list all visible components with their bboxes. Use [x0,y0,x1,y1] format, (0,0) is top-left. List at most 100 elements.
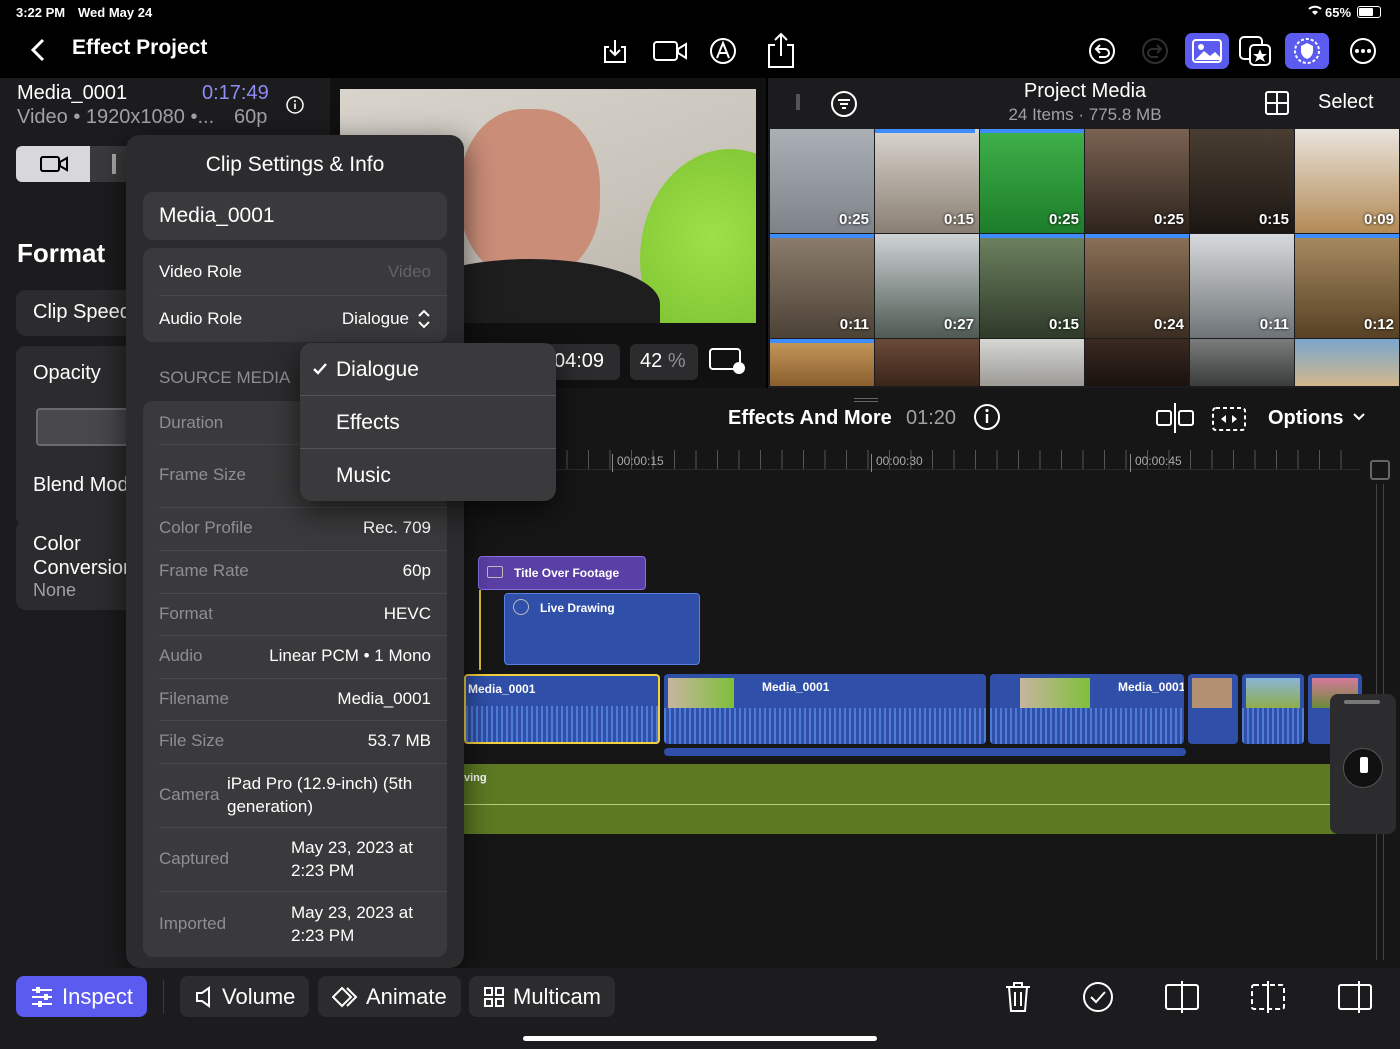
media-thumb[interactable] [770,339,874,386]
clip-name-field[interactable]: Media_0001 [143,192,447,240]
video-role-row[interactable]: Video Role Video [143,248,447,295]
speaker-icon [196,985,210,1008]
grid-view-icon[interactable] [1262,88,1292,118]
captured-value: May 23, 2023 at 2:23 PM [291,838,413,880]
effects-browser-icon[interactable] [1235,33,1275,69]
undo-icon[interactable] [1085,34,1119,68]
skimming-icon[interactable] [1208,400,1250,436]
media-thumb[interactable]: 0:15 [1190,129,1294,233]
filter-icon[interactable] [828,88,860,120]
detach-icon[interactable] [1248,978,1288,1016]
zoom-control[interactable] [1330,694,1396,834]
media-thumb[interactable]: 0:11 [770,234,874,338]
select-button[interactable]: Select [1318,91,1374,114]
media-thumb[interactable]: 0:15 [875,129,979,233]
menu-item-dialogue[interactable]: Dialogue [300,343,556,396]
multicam-button[interactable]: Multicam [469,976,616,1017]
timeline-scroll-top[interactable] [1370,460,1390,480]
filename-value: Media_0001 [337,689,431,708]
blend-mode-label[interactable]: Blend Mode [33,474,140,497]
color-conversion-row[interactable]: Color Conversion None [16,520,136,610]
media-thumb[interactable] [1190,339,1294,386]
drawing-clip[interactable]: Live Drawing [504,593,700,665]
menu-item-label: Music [336,463,391,487]
audio-role-row[interactable]: Audio Role Dialogue [143,295,447,342]
media-browser: Project Media 24 Items · 775.8 MB Select… [768,78,1400,388]
import-icon[interactable] [598,34,632,68]
title-clip[interactable]: Title Over Footage [478,556,646,590]
media-thumb[interactable]: 0:27 [875,234,979,338]
primary-clip-selected[interactable]: Media_0001 [464,674,660,744]
options-menu[interactable]: Options [1268,407,1344,430]
item-count: 24 Items [1008,105,1074,124]
media-thumb[interactable]: 0:11 [1190,234,1294,338]
snapping-icon[interactable] [1154,400,1196,436]
color-profile-row: Color Profile Rec. 709 [143,507,447,549]
resize-handle[interactable] [854,398,878,402]
primary-clip[interactable]: Media_0001 [990,674,1184,744]
media-thumb[interactable] [1295,339,1399,386]
clip-name-input[interactable]: Media_0001 [159,204,275,228]
frame-rate-row: Frame Rate 60p [143,550,447,592]
opacity-slider[interactable] [36,408,136,446]
drag-handle[interactable] [796,94,800,110]
media-thumb[interactable]: 0:15 [980,234,1084,338]
inspector-toggle-icon[interactable] [1285,33,1329,69]
back-chevron-icon[interactable] [24,34,52,66]
media-thumb[interactable]: 0:12 [1295,234,1399,338]
menu-item-music[interactable]: Music [300,449,556,502]
audio-connection-bar[interactable] [664,748,1186,756]
media-browser-icon[interactable] [1185,33,1229,69]
primary-clip[interactable] [1188,674,1238,744]
trim-icon[interactable] [1335,978,1375,1016]
split-icon[interactable] [1162,978,1202,1016]
viewer-options-icon[interactable] [706,344,748,378]
info-icon[interactable] [284,94,306,116]
title-icon [487,566,503,578]
audio-track[interactable]: ving [464,764,1360,834]
ruler-tick: 00:00:30 [871,454,923,472]
media-thumb[interactable]: 0:25 [770,129,874,233]
chevron-down-icon[interactable] [1350,408,1368,426]
animate-button[interactable]: Animate [318,976,461,1017]
menu-item-effects[interactable]: Effects [300,396,556,449]
viewer-zoom[interactable]: 42 % [630,344,698,380]
audio-role-label: Audio Role [159,308,243,328]
more-icon[interactable] [1346,34,1380,68]
checkmark-circle-icon[interactable] [1080,978,1116,1016]
frame-rate-label: Frame Rate [159,561,249,580]
color-conversion-value: None [33,580,77,600]
camera-icon[interactable] [651,34,689,68]
video-tab[interactable] [16,146,90,182]
transform-tab[interactable] [90,146,130,182]
browser-subtitle: 24 Items · 775.8 MB [1008,105,1162,124]
clip-speed-row[interactable]: Clip Speed [16,290,136,336]
share-icon[interactable] [762,30,800,72]
inspect-button[interactable]: Inspect [16,976,147,1017]
wifi-icon [1307,4,1323,19]
media-thumb[interactable] [875,339,979,386]
redo-icon[interactable] [1138,34,1172,68]
inspect-label: Inspect [62,983,133,1009]
media-thumb[interactable]: 0:09 [1295,129,1399,233]
thumb-duration: 0:25 [838,211,869,228]
voiceover-icon[interactable] [706,34,740,68]
frame-size-label: Frame Size [159,464,246,484]
project-info-icon[interactable] [972,402,1002,432]
media-thumb[interactable]: 0:25 [980,129,1084,233]
menu-item-label: Effects [336,410,400,434]
media-thumb[interactable] [980,339,1084,386]
media-thumb[interactable]: 0:24 [1085,234,1189,338]
video-role-label: Video Role [159,261,242,281]
thumb-duration: 0:27 [943,316,974,333]
audio-label: Audio [159,646,203,665]
primary-clip-label: Media_0001 [468,682,536,696]
primary-clip[interactable] [1242,674,1304,744]
volume-button[interactable]: Volume [180,976,310,1017]
media-thumb[interactable]: 0:25 [1085,129,1189,233]
thumb-duration: 0:11 [1259,316,1289,333]
trash-icon[interactable] [1000,978,1036,1016]
primary-clip[interactable]: Media_0001 [664,674,986,744]
filename-label: Filename [159,689,229,708]
media-thumb[interactable] [1085,339,1189,386]
